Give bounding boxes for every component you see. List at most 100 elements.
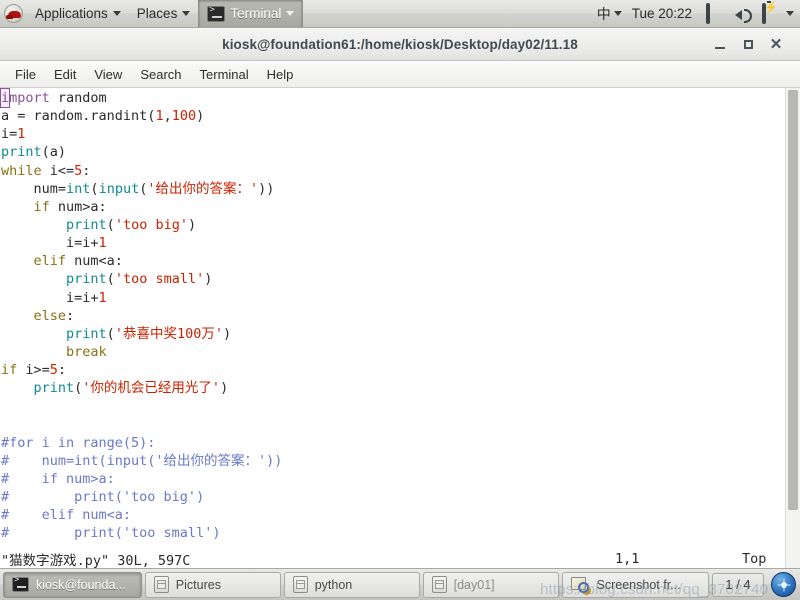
files-icon <box>292 576 308 593</box>
taskbar-item[interactable]: [day01] <box>422 571 559 598</box>
editor-line: num=int(input('给出你的答案：')) <box>1 180 785 198</box>
vim-scroll-position: Top <box>742 550 767 567</box>
terminal-icon <box>12 575 29 592</box>
code-token: 'too big' <box>114 216 188 233</box>
code-token: 'too small' <box>114 271 205 288</box>
terminal-content-area[interactable]: import random a = random.randint(1,100) i=… <box>0 88 800 568</box>
menubar-item-label: View <box>94 66 123 82</box>
code-token: ) <box>204 271 213 288</box>
chevron-down-icon[interactable] <box>613 11 622 16</box>
editor-line: import random <box>0 88 785 109</box>
code-token: 1 <box>17 126 26 143</box>
code-token: (a) <box>41 144 67 161</box>
code-token: ( <box>90 180 99 197</box>
clock[interactable]: Tue 20:22 <box>622 6 702 21</box>
code-token: #for i in range(5): <box>1 434 156 451</box>
code-token: # print('too big') <box>1 489 205 506</box>
maximize-button[interactable] <box>734 31 762 57</box>
menubar-item-label: Search <box>140 66 182 82</box>
active-window-menu-label: Terminal <box>230 6 282 21</box>
editor-line: #for i in range(5): <box>1 434 785 452</box>
applications-menu[interactable]: Applications <box>27 0 129 27</box>
code-token: i= <box>1 126 18 143</box>
terminal-scrollbar[interactable] <box>785 88 800 568</box>
taskbar-item-label: [day01] <box>453 577 495 592</box>
chevron-down-icon[interactable] <box>786 11 794 16</box>
editor-line: if i>=5: <box>1 361 785 379</box>
menubar-item-search[interactable]: Search <box>131 64 190 85</box>
redhat-logo-icon[interactable] <box>4 4 23 23</box>
editor-text[interactable]: import random a = random.randint(1,100) i=… <box>0 88 785 568</box>
battery-icon[interactable] <box>762 2 782 24</box>
window-title: kiosk@foundation61:/home/kiosk/Desktop/d… <box>222 36 578 52</box>
input-method-indicator[interactable]: 中 <box>591 4 614 24</box>
display-icon[interactable] <box>706 2 726 24</box>
menubar-item-help[interactable]: Help <box>258 64 303 85</box>
editor-line: # elif num<a: <box>1 506 785 524</box>
editor-line: i=i+1 <box>1 289 785 307</box>
places-menu[interactable]: Places <box>129 0 199 27</box>
close-button[interactable]: ✕ <box>762 31 790 57</box>
code-token: ( <box>106 216 115 233</box>
files-icon <box>431 576 447 593</box>
code-token: elif <box>33 253 67 270</box>
taskbar-item[interactable]: Pictures <box>144 571 281 598</box>
menubar-item-label: Edit <box>53 66 77 82</box>
files-icon <box>153 576 169 593</box>
volume-icon[interactable] <box>734 5 754 23</box>
code-token: if <box>33 198 50 215</box>
menubar-item-view[interactable]: View <box>85 64 131 85</box>
close-icon: ✕ <box>769 35 783 53</box>
taskbar-item[interactable]: python <box>283 571 420 598</box>
code-token: '给出你的答案：' <box>147 180 259 197</box>
editor-line: a = random.randint(1,100) <box>1 107 785 125</box>
active-window-menu-terminal[interactable]: Terminal <box>198 0 304 27</box>
editor-line: while i<=5: <box>1 162 785 180</box>
top-panel-left: Applications Places Terminal <box>0 0 304 27</box>
code-token: : <box>66 307 75 324</box>
code-token: mport <box>9 90 50 106</box>
top-panel-right: 中 Tue 20:22 <box>591 0 800 27</box>
window-controls: ✕ <box>706 31 800 57</box>
code-token: print <box>33 380 75 397</box>
menubar-item-label: Terminal <box>199 66 249 82</box>
editor-line: # num=int(input('给出你的答案：')) <box>1 452 785 470</box>
menubar-item-label: File <box>15 66 36 82</box>
scrollbar-thumb[interactable] <box>788 90 798 510</box>
taskbar-item-label: Screenshot fr... <box>596 577 681 592</box>
code-token: : <box>82 162 91 179</box>
screenshot-icon <box>570 576 590 593</box>
code-token: int <box>66 180 91 197</box>
code-token: '你的机会已经用光了' <box>82 380 221 397</box>
code-token: num>a: <box>49 198 107 215</box>
code-token: ) <box>196 108 205 125</box>
code-token: num= <box>1 180 67 197</box>
menubar-item-edit[interactable]: Edit <box>45 64 85 85</box>
editor-line: elif num<a: <box>1 252 785 270</box>
code-token: random <box>49 90 107 106</box>
editor-line: print('你的机会已经用光了') <box>1 379 785 397</box>
code-token: # if num>a: <box>1 470 115 487</box>
help-orb-icon[interactable] <box>771 572 797 597</box>
workspace-indicator[interactable]: 1 / 4 <box>712 572 765 597</box>
chevron-down-icon <box>112 11 121 16</box>
window-titlebar[interactable]: kiosk@foundation61:/home/kiosk/Desktop/d… <box>0 28 800 61</box>
menubar-item-terminal[interactable]: Terminal <box>191 64 258 85</box>
menubar-item-label: Help <box>266 66 294 82</box>
screen-root: Applications Places Terminal 中 Tue 20:22 <box>0 0 800 600</box>
taskbar-item[interactable]: Screenshot fr... <box>561 571 710 598</box>
taskbar: kiosk@founda... Pictures python [day01] Scre… <box>0 568 800 600</box>
code-token: '恭喜中奖100万' <box>114 325 223 342</box>
code-token: 1 <box>98 289 107 306</box>
menubar-item-file[interactable]: File <box>6 64 45 85</box>
code-token: num<a: <box>66 253 123 270</box>
minimize-button[interactable] <box>706 31 734 57</box>
taskbar-item[interactable]: kiosk@founda... <box>3 571 142 598</box>
